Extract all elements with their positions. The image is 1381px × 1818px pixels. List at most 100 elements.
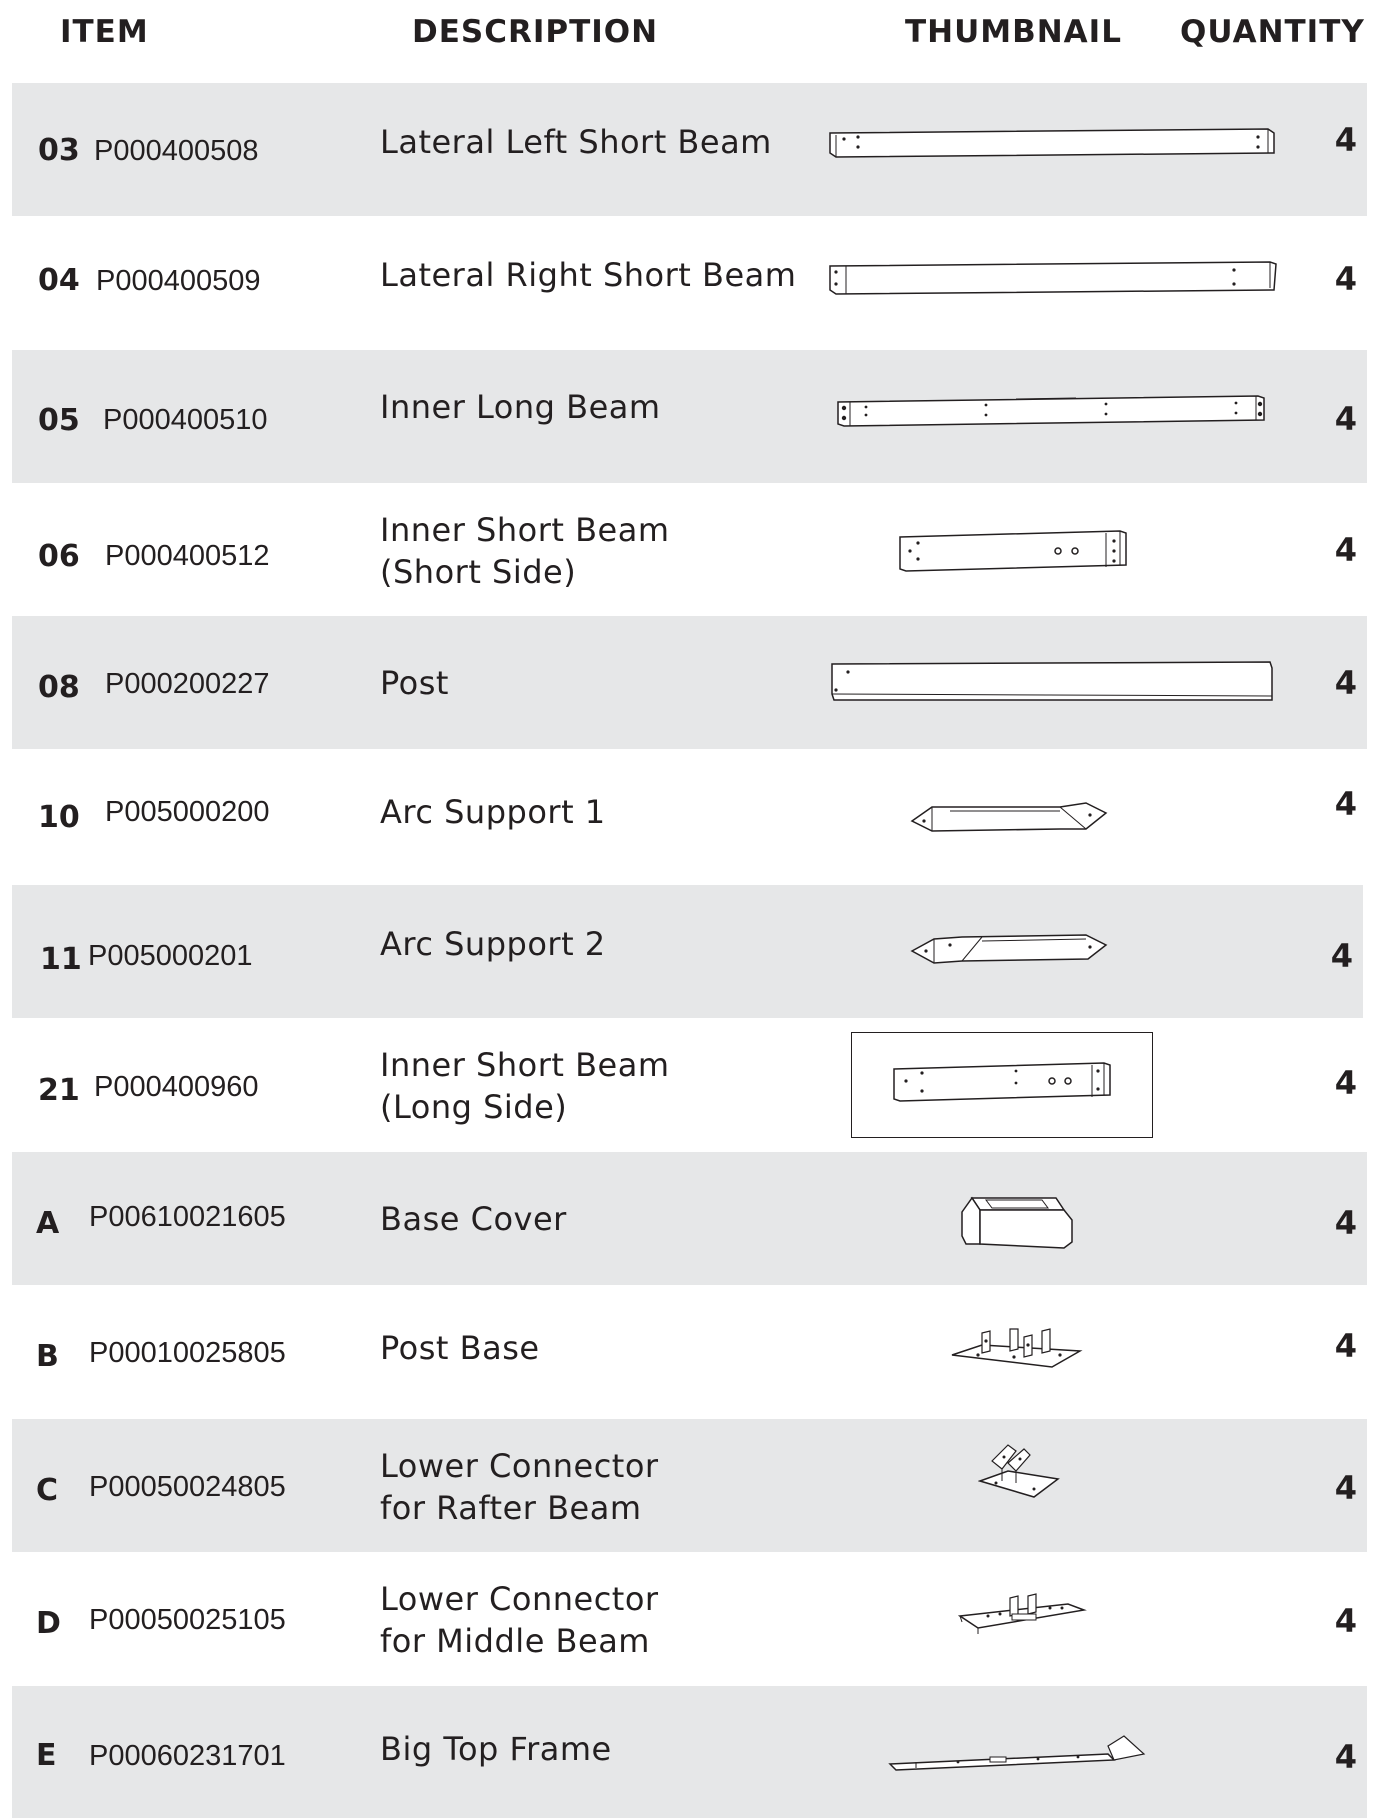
item-quantity: 4 <box>1334 1064 1357 1102</box>
item-quantity: 4 <box>1334 1738 1357 1776</box>
table-row: E P00060231701 Big Top Frame 4 <box>12 1686 1367 1818</box>
post-icon <box>830 660 1280 708</box>
inner-short-beam-short-side-icon <box>898 529 1138 579</box>
item-code: E <box>36 1738 57 1773</box>
thumbnail-frame <box>851 1032 1153 1138</box>
item-quantity: 4 <box>1334 1469 1357 1507</box>
part-number: P000200227 <box>105 668 270 700</box>
arc-support-2-icon <box>910 931 1130 971</box>
item-description: Arc Support 1 <box>380 791 606 833</box>
item-code: 08 <box>38 670 80 705</box>
item-quantity: 4 <box>1334 260 1357 298</box>
lower-connector-rafter-beam-icon <box>978 1441 1068 1511</box>
description-line: (Short Side) <box>380 553 577 591</box>
item-code: 03 <box>38 133 80 168</box>
part-number: P00010025805 <box>89 1337 286 1369</box>
arc-support-1-icon <box>910 799 1130 839</box>
item-quantity: 4 <box>1334 400 1357 438</box>
description-line: Big Top Frame <box>380 1730 612 1768</box>
item-quantity: 4 <box>1334 1327 1357 1365</box>
header-thumbnail: THUMBNAIL <box>905 14 1122 50</box>
item-code: 10 <box>38 800 80 835</box>
description-line: for Rafter Beam <box>380 1489 642 1527</box>
table-row: 06 P000400512 Inner Short Beam (Short Si… <box>12 483 1367 616</box>
item-description: Lateral Right Short Beam <box>380 254 796 296</box>
description-line: for Middle Beam <box>380 1622 650 1660</box>
table-row: 10 P005000200 Arc Support 1 4 <box>12 749 1367 882</box>
item-code: C <box>36 1473 59 1508</box>
part-number: P005000200 <box>105 796 270 828</box>
description-line: (Long Side) <box>380 1088 568 1126</box>
item-code: D <box>36 1606 61 1641</box>
table-row: C P00050024805 Lower Connector for Rafte… <box>12 1419 1367 1552</box>
item-code: B <box>36 1339 59 1374</box>
item-code: 06 <box>38 539 80 574</box>
post-base-icon <box>948 1325 1088 1375</box>
item-code: 21 <box>38 1073 80 1108</box>
item-quantity: 4 <box>1334 664 1357 702</box>
table-row: 21 P000400960 Inner Short Beam (Long Sid… <box>12 1018 1367 1151</box>
part-number: P000400960 <box>94 1071 259 1103</box>
description-line: Lower Connector <box>380 1580 659 1618</box>
big-top-frame-icon <box>888 1726 1158 1776</box>
base-cover-icon <box>958 1192 1078 1252</box>
item-description: Big Top Frame <box>380 1728 612 1770</box>
part-number: P000400512 <box>105 540 270 572</box>
lateral-left-short-beam-icon <box>828 125 1288 165</box>
part-number: P000400508 <box>94 135 259 167</box>
table-row: 03 P000400508 Lateral Left Short Beam 4 <box>12 83 1367 216</box>
description-line: Inner Short Beam <box>380 1046 670 1084</box>
item-description: Inner Short Beam (Long Side) <box>380 1044 669 1128</box>
table-row: 04 P000400509 Lateral Right Short Beam 4 <box>12 216 1367 349</box>
item-quantity: 4 <box>1334 785 1357 823</box>
table-row: B P00010025805 Post Base 4 <box>12 1285 1367 1418</box>
part-number: P000400510 <box>103 404 268 436</box>
item-quantity: 4 <box>1334 121 1357 159</box>
part-number: P00050024805 <box>89 1471 286 1503</box>
table-header: ITEM DESCRIPTION THUMBNAIL QUANTITY <box>0 0 1381 80</box>
description-line: Inner Short Beam <box>380 511 670 549</box>
description-line: Lower Connector <box>380 1447 659 1485</box>
part-number: P00610021605 <box>89 1201 286 1233</box>
description-line: Lateral Left Short Beam <box>380 123 772 161</box>
item-code: A <box>36 1206 60 1241</box>
lateral-right-short-beam-icon <box>828 258 1288 298</box>
table-row: 05 P000400510 Inner Long Beam 4 <box>12 350 1367 483</box>
item-description: Inner Short Beam (Short Side) <box>380 509 669 593</box>
item-description: Inner Long Beam <box>380 386 661 428</box>
item-description: Arc Support 2 <box>380 923 606 965</box>
item-quantity: 4 <box>1334 531 1357 569</box>
item-code: 05 <box>38 403 80 438</box>
description-line: Arc Support 2 <box>380 925 606 963</box>
item-description: Post <box>380 662 449 704</box>
description-line: Inner Long Beam <box>380 388 661 426</box>
item-description: Post Base <box>380 1327 540 1369</box>
item-description: Base Cover <box>380 1198 567 1240</box>
header-description: DESCRIPTION <box>412 14 659 50</box>
header-quantity: QUANTITY <box>1180 14 1365 50</box>
inner-long-beam-icon <box>836 394 1276 434</box>
lower-connector-middle-beam-icon <box>958 1588 1088 1638</box>
table-row: 08 P000200227 Post 4 <box>12 616 1367 749</box>
description-line: Post <box>380 664 449 702</box>
item-code: 11 <box>40 942 82 977</box>
table-row: D P00050025105 Lower Connector for Middl… <box>12 1552 1367 1685</box>
part-number: P00060231701 <box>89 1740 286 1772</box>
part-number: P00050025105 <box>89 1604 286 1636</box>
item-description: Lower Connector for Rafter Beam <box>380 1445 659 1529</box>
description-line: Arc Support 1 <box>380 793 606 831</box>
item-quantity: 4 <box>1334 1204 1357 1242</box>
item-code: 04 <box>38 263 80 298</box>
inner-short-beam-long-side-icon <box>892 1061 1122 1111</box>
part-number: P000400509 <box>96 265 261 297</box>
description-line: Post Base <box>380 1329 540 1367</box>
item-description: Lower Connector for Middle Beam <box>380 1578 659 1662</box>
item-quantity: 4 <box>1330 937 1353 975</box>
table-row: A P00610021605 Base Cover 4 <box>12 1152 1367 1285</box>
table-row: 11 P005000201 Arc Support 2 4 <box>12 885 1363 1018</box>
item-quantity: 4 <box>1334 1602 1357 1640</box>
description-line: Lateral Right Short Beam <box>380 256 797 294</box>
item-description: Lateral Left Short Beam <box>380 121 772 163</box>
part-number: P005000201 <box>88 940 253 972</box>
header-item: ITEM <box>60 14 149 50</box>
